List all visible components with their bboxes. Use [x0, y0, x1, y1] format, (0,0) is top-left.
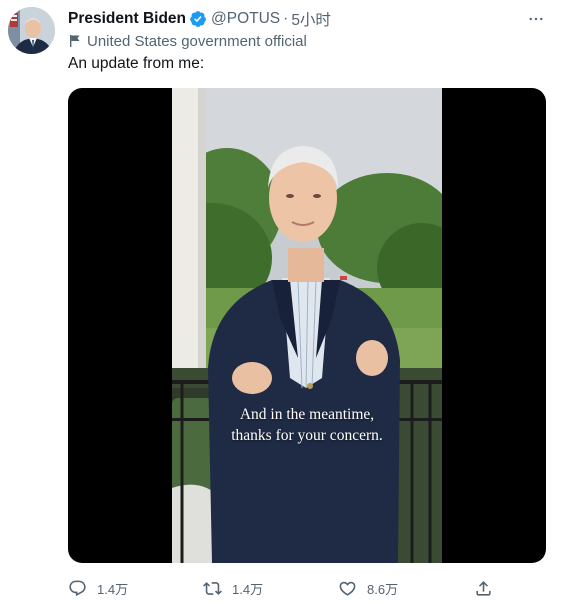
- video-frame: And in the meantime, thanks for your con…: [172, 88, 442, 563]
- video-player[interactable]: And in the meantime, thanks for your con…: [68, 88, 546, 563]
- more-icon[interactable]: [526, 9, 546, 29]
- share-icon: [476, 580, 491, 596]
- flag-icon: [68, 34, 82, 48]
- caption-line: thanks for your concern.: [231, 427, 383, 444]
- author-handle[interactable]: @POTUS: [211, 10, 280, 28]
- separator: ·: [283, 10, 289, 27]
- affiliation-label: United States government official: [68, 31, 307, 51]
- reply-button[interactable]: 1.4万: [68, 576, 128, 600]
- verified-badge-icon: [189, 10, 207, 28]
- like-count: 8.6万: [367, 581, 399, 597]
- retweet-icon: [203, 581, 222, 595]
- affiliation-text: United States government official: [87, 32, 307, 50]
- tweet-header: President Biden @POTUS · 5小时: [68, 7, 546, 31]
- tweet: President Biden @POTUS · 5小时 United Stat…: [0, 0, 562, 604]
- retweet-count: 1.4万: [232, 581, 264, 597]
- retweet-button[interactable]: 1.4万: [203, 576, 263, 600]
- video-caption: And in the meantime, thanks for your con…: [172, 404, 442, 446]
- heart-icon: [339, 581, 356, 596]
- reply-icon: [69, 580, 86, 596]
- timestamp[interactable]: 5小时: [291, 8, 331, 30]
- reply-count: 1.4万: [97, 581, 129, 597]
- tweet-actions: 1.4万 1.4万 8.6万: [68, 576, 498, 600]
- caption-line: And in the meantime,: [239, 406, 375, 423]
- share-button[interactable]: [474, 576, 503, 600]
- avatar[interactable]: [8, 7, 55, 54]
- tweet-text: An update from me:: [68, 55, 205, 72]
- author-name[interactable]: President Biden: [68, 10, 186, 28]
- like-button[interactable]: 8.6万: [338, 576, 398, 600]
